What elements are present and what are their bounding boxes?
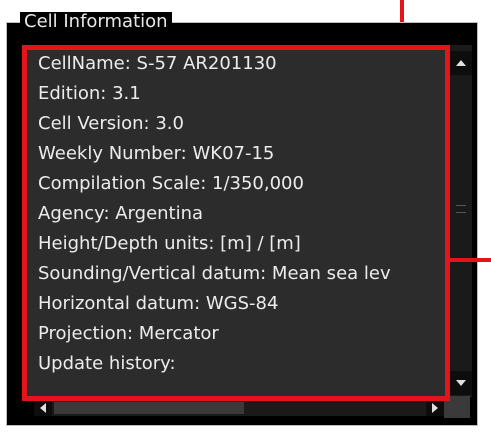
horizontal-scroll-thumb[interactable] — [54, 402, 244, 414]
edition-line: Edition: 3.1 — [38, 83, 141, 104]
group-title: Cell Information — [20, 12, 172, 32]
update-history-line: Update history: — [38, 353, 176, 374]
scrollbar-corner — [444, 396, 470, 418]
callout-line-right — [450, 258, 491, 262]
triangle-left-icon — [40, 403, 46, 413]
projection-line: Projection: Mercator — [38, 323, 219, 344]
scroll-up-button[interactable] — [450, 51, 472, 75]
compilation-scale-line: Compilation Scale: 1/350,000 — [38, 173, 304, 194]
height-depth-units-line: Height/Depth units: [m] / [m] — [38, 233, 301, 254]
weekly-number-line: Weekly Number: WK07-15 — [38, 143, 275, 164]
scroll-left-button[interactable] — [34, 400, 52, 416]
scroll-right-button[interactable] — [426, 400, 444, 416]
cell-info-text-area[interactable]: CellName: S-57 AR201130 Edition: 3.1 Cel… — [22, 45, 446, 397]
vertical-scrollbar[interactable] — [450, 45, 472, 397]
horizontal-datum-line: Horizontal datum: WGS-84 — [38, 293, 279, 314]
triangle-right-icon — [432, 403, 438, 413]
triangle-up-icon — [456, 60, 466, 66]
cell-information-panel: Cell Information CellName: S-57 AR201130… — [0, 0, 491, 444]
cell-name-line: CellName: S-57 AR201130 — [38, 53, 277, 74]
horizontal-scrollbar[interactable] — [34, 400, 444, 416]
scroll-down-button[interactable] — [450, 371, 472, 395]
sounding-datum-line: Sounding/Vertical datum: Mean sea lev — [38, 263, 391, 284]
cell-version-line: Cell Version: 3.0 — [38, 113, 184, 134]
agency-line: Agency: Argentina — [38, 203, 204, 224]
triangle-down-icon — [456, 380, 466, 386]
scrollbar-grip[interactable] — [456, 205, 466, 213]
